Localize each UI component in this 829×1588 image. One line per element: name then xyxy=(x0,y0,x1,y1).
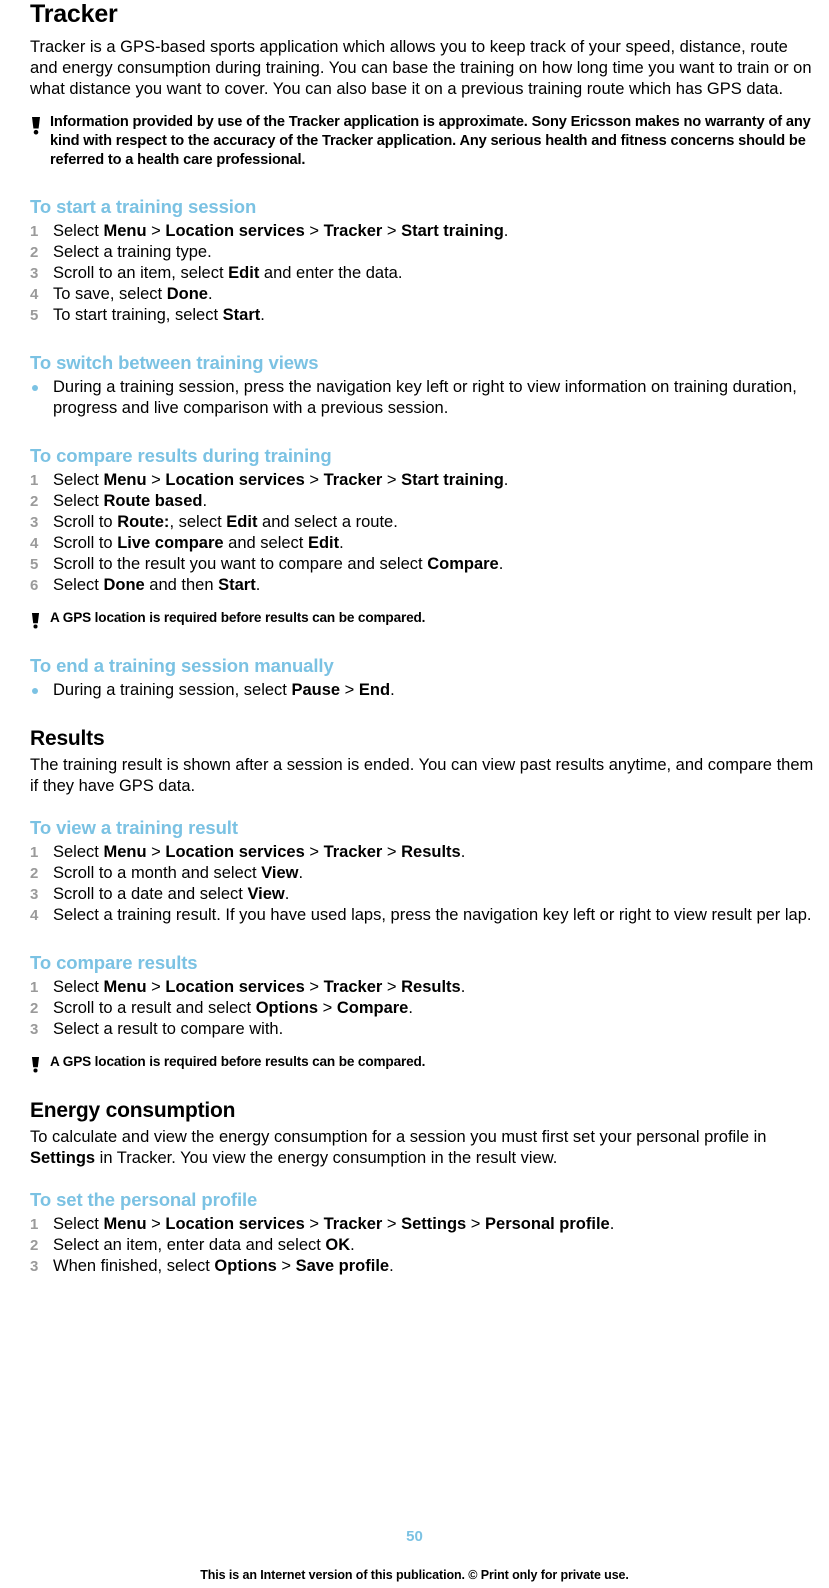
step-number: 3 xyxy=(30,514,39,531)
exclamation-note-icon xyxy=(30,1053,44,1073)
step-item: 1 Select Menu > Location services > Track… xyxy=(30,222,509,240)
steps-compare-during: 1 Select Menu > Location services > Track… xyxy=(30,470,819,596)
step-item: 1 Select Menu > Location services > Track… xyxy=(30,471,509,489)
step-number: 3 xyxy=(30,886,39,903)
step-item: 3 Select a result to compare with. xyxy=(30,1020,284,1038)
step-number: 5 xyxy=(30,307,39,324)
step-number: 2 xyxy=(30,865,39,882)
step-item: 3 Scroll to a date and select View. xyxy=(30,885,290,903)
footer-note: This is an Internet version of this publ… xyxy=(200,1568,629,1582)
document-page: Tracker Tracker is a GPS-based sports ap… xyxy=(0,0,829,1588)
step-number: 6 xyxy=(30,577,39,594)
step-number: 1 xyxy=(30,979,39,996)
page-title: Tracker xyxy=(30,0,118,28)
step-item: 4 Select a training result. If you have u… xyxy=(30,906,812,924)
exclamation-note-icon xyxy=(30,113,44,135)
step-item: 5 To start training, select Start. xyxy=(30,306,265,324)
step-item: 5 Scroll to the result you want to compar… xyxy=(30,555,504,573)
bullet-item: During a training session, select Pause … xyxy=(30,680,819,701)
step-number: 2 xyxy=(30,493,39,510)
steps-personal-profile: 1 Select Menu > Location services > Track… xyxy=(30,1214,819,1277)
steps-compare-results: 1 Select Menu > Location services > Track… xyxy=(30,977,819,1040)
results-intro: The training result is shown after a ses… xyxy=(30,756,814,795)
step-number: 4 xyxy=(30,535,39,552)
intro-paragraph: Tracker is a GPS-based sports applicatio… xyxy=(30,38,812,98)
section-heading-compare-during: To compare results during training xyxy=(30,445,332,466)
step-item: 3 When finished, select Options > Save pr… xyxy=(30,1257,394,1275)
step-number: 2 xyxy=(30,244,39,261)
note-text-compare-results: A GPS location is required before result… xyxy=(50,1054,426,1069)
step-item: 1 Select Menu > Location services > Track… xyxy=(30,1215,615,1233)
page-number: 50 xyxy=(406,1528,423,1545)
note-block-compare-during: A GPS location is required before result… xyxy=(30,609,819,629)
step-number: 4 xyxy=(30,286,39,303)
step-number: 2 xyxy=(30,1237,39,1254)
bullet-item: During a training session, press the nav… xyxy=(30,377,819,419)
step-number: 1 xyxy=(30,844,39,861)
step-number: 3 xyxy=(30,265,39,282)
step-item: 4 Scroll to Live compare and select Edit. xyxy=(30,534,344,552)
section-heading-view-result: To view a training result xyxy=(30,817,238,838)
step-number: 1 xyxy=(30,1216,39,1233)
step-item: 1 Select Menu > Location services > Track… xyxy=(30,978,466,996)
note-text-compare-during: A GPS location is required before result… xyxy=(50,610,426,625)
note-block-main: Information provided by use of the Track… xyxy=(30,113,819,170)
step-item: 2 Select Route based. xyxy=(30,492,208,510)
step-item: 4 To save, select Done. xyxy=(30,285,213,303)
bullets-switch-views: During a training session, press the nav… xyxy=(30,377,819,419)
step-number: 3 xyxy=(30,1021,39,1038)
note-block-compare-results: A GPS location is required before result… xyxy=(30,1053,819,1073)
section-heading-personal-profile: To set the personal profile xyxy=(30,1189,258,1210)
step-item: 2 Scroll to a result and select Options >… xyxy=(30,999,413,1017)
heading-energy: Energy consumption xyxy=(30,1099,236,1122)
section-heading-switch-views: To switch between training views xyxy=(30,352,319,373)
step-item: 2 Select an item, enter data and select O… xyxy=(30,1236,355,1254)
exclamation-note-icon xyxy=(30,609,44,629)
steps-start-session: 1 Select Menu > Location services > Track… xyxy=(30,221,819,326)
step-item: 3 Scroll to Route:, select Edit and selec… xyxy=(30,513,398,531)
step-item: 2 Scroll to a month and select View. xyxy=(30,864,304,882)
heading-results: Results xyxy=(30,727,105,750)
page-footer: 50 This is an Internet version of this p… xyxy=(0,1528,829,1588)
section-heading-compare-results: To compare results xyxy=(30,952,198,973)
bullets-end-session: During a training session, select Pause … xyxy=(30,680,819,701)
steps-view-result: 1 Select Menu > Location services > Track… xyxy=(30,842,819,926)
step-item: 2 Select a training type. xyxy=(30,243,212,261)
section-heading-end-session: To end a training session manually xyxy=(30,655,334,676)
step-number: 4 xyxy=(30,907,39,924)
step-number: 1 xyxy=(30,472,39,489)
energy-intro: To calculate and view the energy consump… xyxy=(30,1128,767,1167)
step-number: 2 xyxy=(30,1000,39,1017)
step-item: 3 Scroll to an item, select Edit and ente… xyxy=(30,264,403,282)
step-item: 1 Select Menu > Location services > Track… xyxy=(30,843,466,861)
step-number: 5 xyxy=(30,556,39,573)
step-item: 6 Select Done and then Start. xyxy=(30,576,261,594)
bullet-dot-icon xyxy=(32,688,38,694)
step-number: 3 xyxy=(30,1258,39,1275)
step-number: 1 xyxy=(30,223,39,240)
section-heading-start-session: To start a training session xyxy=(30,196,257,217)
bullet-dot-icon xyxy=(32,385,38,391)
note-text-main: Information provided by use of the Track… xyxy=(50,114,811,168)
